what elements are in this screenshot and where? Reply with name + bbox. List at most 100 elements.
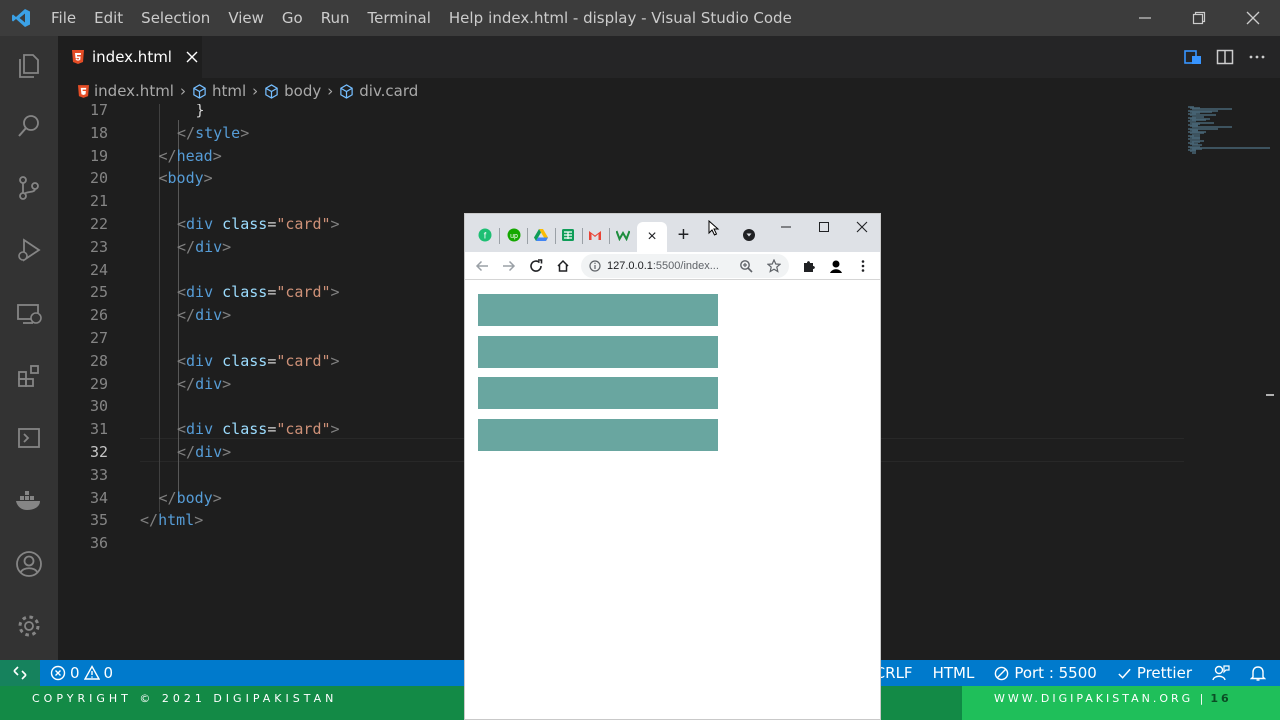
browser-close-button[interactable]: [848, 214, 875, 240]
browser-tab-3[interactable]: [527, 222, 554, 248]
feedback-icon[interactable]: [1212, 664, 1230, 682]
code-line[interactable]: 21: [58, 190, 1184, 212]
line-number: 28: [89, 351, 108, 370]
remote-explorer-button[interactable]: [0, 286, 58, 342]
extensions-menu-button[interactable]: [799, 256, 819, 276]
browser-tab-6[interactable]: [609, 222, 636, 248]
home-icon: [557, 259, 569, 272]
forward-button[interactable]: [499, 256, 519, 276]
browser-tab-5[interactable]: [581, 222, 608, 248]
code-line[interactable]: 18 </style>: [58, 122, 1184, 144]
more-actions-icon[interactable]: [1248, 48, 1266, 66]
menu-edit[interactable]: Edit: [85, 0, 132, 36]
gear-icon: [18, 615, 40, 637]
browser-tab-2[interactable]: up: [500, 222, 527, 248]
code-text: <div class="card">: [177, 283, 340, 302]
breadcrumb-div-card[interactable]: div.card: [339, 82, 418, 100]
minimize-icon: [1139, 17, 1151, 19]
run-debug-button[interactable]: [0, 222, 58, 278]
open-preview-icon[interactable]: [1184, 48, 1202, 66]
tab-label: index.html: [92, 48, 172, 66]
search-button[interactable]: [0, 98, 58, 154]
browser-minimize-button[interactable]: [772, 214, 799, 240]
terminal-icon: [18, 428, 40, 448]
split-editor-icon[interactable]: [1216, 48, 1234, 66]
code-line[interactable]: 20 <body>: [58, 167, 1184, 189]
terminal-button[interactable]: [0, 410, 58, 466]
minimize-button[interactable]: [1118, 0, 1172, 36]
chevron-right-icon: ›: [179, 82, 186, 100]
problems-indicator[interactable]: 0 0: [50, 660, 113, 686]
home-button[interactable]: [553, 256, 573, 276]
editor-tabs-bar: index.html: [58, 36, 1280, 78]
svg-text:up: up: [510, 233, 518, 240]
run-debug-icon: [18, 238, 41, 262]
tab-search-button[interactable]: [735, 222, 762, 248]
breadcrumb-body[interactable]: body ›: [264, 82, 339, 100]
new-tab-button[interactable]: +: [670, 222, 697, 248]
menu-go[interactable]: Go: [273, 0, 312, 36]
menu-selection[interactable]: Selection: [132, 0, 219, 36]
close-window-button[interactable]: [1226, 0, 1280, 36]
extensions-button[interactable]: [0, 348, 58, 404]
code-line[interactable]: 19 </head>: [58, 145, 1184, 167]
zoom-icon[interactable]: [739, 259, 753, 273]
settings-button[interactable]: [0, 598, 58, 654]
language-mode[interactable]: HTML: [933, 664, 975, 682]
card: [478, 294, 718, 326]
breadcrumb-html[interactable]: html ›: [192, 82, 264, 100]
code-text: </html>: [140, 511, 204, 530]
browser-tab-4[interactable]: [554, 222, 581, 248]
prettier-status[interactable]: Prettier: [1117, 664, 1192, 682]
menu-terminal[interactable]: Terminal: [359, 0, 440, 36]
arrow-right-icon: [503, 260, 516, 272]
arrow-left-icon: [475, 260, 488, 272]
line-number: 18: [89, 123, 108, 142]
live-server-port[interactable]: Port : 5500: [994, 664, 1097, 682]
remote-indicator[interactable]: [0, 660, 40, 686]
docker-icon: [16, 491, 40, 510]
breadcrumb: index.html › html › body › div.card: [58, 78, 1280, 104]
browser-maximize-button[interactable]: [810, 214, 837, 240]
breadcrumb-file[interactable]: index.html ›: [78, 82, 192, 100]
bookmark-star-icon[interactable]: [767, 259, 781, 273]
line-number: 24: [89, 260, 108, 279]
tab-index-html[interactable]: index.html: [58, 36, 202, 78]
browser-tab-strip: f up × +: [465, 214, 880, 252]
minimap[interactable]: [1188, 104, 1270, 660]
code-text: </div>: [177, 443, 232, 461]
breadcrumb-div-card-label: div.card: [359, 82, 419, 100]
explorer-button[interactable]: [0, 38, 58, 94]
browser-tab-1[interactable]: f: [471, 222, 498, 248]
browser-tab-active[interactable]: ×: [637, 222, 667, 252]
symbol-cube-icon: [340, 83, 353, 99]
line-number: 36: [89, 534, 108, 553]
close-browser-tab-icon[interactable]: ×: [647, 228, 656, 246]
browser-menu-button[interactable]: [853, 256, 873, 276]
no-entry-icon: [995, 666, 1009, 680]
source-control-button[interactable]: [0, 160, 58, 216]
reload-button[interactable]: [526, 256, 546, 276]
title-bar: File Edit Selection View Go Run Terminal…: [0, 0, 1280, 36]
info-icon: [589, 260, 601, 272]
docker-button[interactable]: [0, 472, 58, 528]
accounts-button[interactable]: [0, 536, 58, 592]
minimap-line: [1190, 146, 1270, 149]
code-line[interactable]: 17}: [58, 104, 1184, 121]
menu-view[interactable]: View: [219, 0, 273, 36]
menu-run[interactable]: Run: [312, 0, 359, 36]
close-tab-icon[interactable]: [186, 51, 198, 63]
line-number: 22: [89, 215, 108, 233]
code-text: <div class="card">: [177, 215, 340, 233]
line-number: 29: [89, 374, 108, 393]
menu-file[interactable]: File: [42, 0, 85, 36]
profile-button[interactable]: [826, 256, 846, 276]
restore-button[interactable]: [1172, 0, 1226, 36]
close-icon: [1246, 11, 1260, 25]
code-text: </head>: [158, 146, 222, 165]
browser-window: f up × + 127.0.0.1:5500/index...: [464, 213, 881, 720]
address-bar[interactable]: 127.0.0.1:5500/index...: [581, 254, 789, 278]
menu-help[interactable]: Help: [440, 0, 492, 36]
back-button[interactable]: [472, 256, 492, 276]
bell-icon[interactable]: [1250, 664, 1266, 682]
